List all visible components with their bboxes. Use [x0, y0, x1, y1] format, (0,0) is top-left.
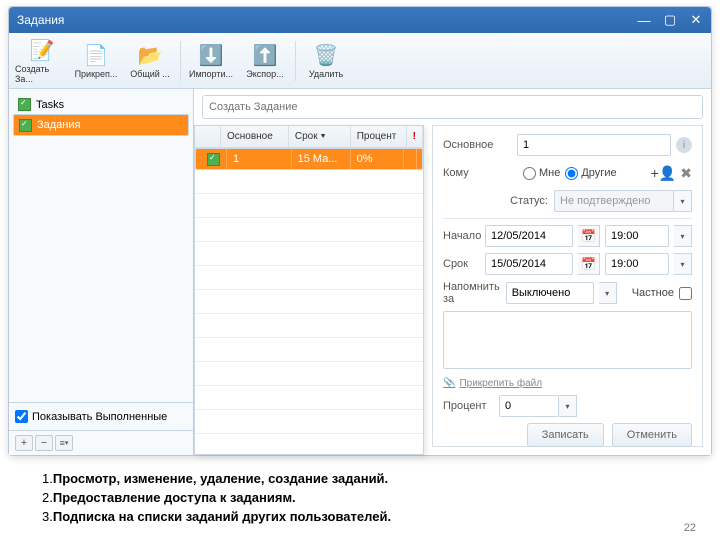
percent-dropdown[interactable]: ▾: [559, 395, 577, 417]
table-row[interactable]: [195, 266, 423, 290]
label-due: Срок: [443, 258, 485, 270]
titlebar[interactable]: Задания ― ▢ ✕: [9, 7, 711, 33]
calendar-icon[interactable]: 📅: [578, 253, 600, 275]
label-pct: Процент: [443, 400, 499, 412]
toolbar: 📝 Создать За... 📄 Прикреп... 📂 Общий ...…: [9, 33, 711, 89]
sidebar: Tasks Задания Показывать Выполненные + −…: [9, 89, 194, 455]
status-dropdown[interactable]: ▾: [674, 190, 692, 212]
window-title: Задания: [17, 13, 64, 27]
task-list-tree: Tasks Задания: [9, 89, 193, 402]
new-task-input[interactable]: [202, 95, 703, 119]
start-time-dropdown[interactable]: ▾: [674, 225, 692, 247]
remove-list-button[interactable]: −: [35, 435, 53, 451]
table-row[interactable]: [195, 314, 423, 338]
radio-me[interactable]: Мне: [523, 167, 560, 180]
toolbar-delete[interactable]: 🗑️ Удалить: [299, 36, 353, 86]
tasklist-icon: [19, 119, 32, 132]
export-icon: ⬆️: [252, 43, 278, 69]
calendar-icon[interactable]: 📅: [578, 225, 600, 247]
sidebar-item-zadaniya[interactable]: Задания: [13, 114, 189, 136]
share-icon: 📂: [137, 43, 163, 69]
percent-input[interactable]: [499, 395, 559, 417]
toolbar-shared[interactable]: 📂 Общий ...: [123, 36, 177, 86]
info-icon[interactable]: i: [676, 137, 692, 153]
label-to: Кому: [443, 167, 523, 179]
col-icon[interactable]: [195, 126, 221, 147]
table-row[interactable]: [195, 362, 423, 386]
table-row[interactable]: [195, 338, 423, 362]
attach-file-link[interactable]: 📎 Прикрепить файл: [443, 378, 692, 389]
sidebar-item-tasks[interactable]: Tasks: [13, 95, 189, 114]
remind-select[interactable]: [506, 282, 594, 304]
tasks-window: Задания ― ▢ ✕ 📝 Создать За... 📄 Прикреп.…: [8, 6, 712, 456]
add-list-button[interactable]: +: [15, 435, 33, 451]
app-body: Tasks Задания Показывать Выполненные + −…: [9, 89, 711, 455]
status-field: [554, 190, 674, 212]
table-row[interactable]: [195, 386, 423, 410]
toolbar-export[interactable]: ⬆️ Экспор...: [238, 36, 292, 86]
col-pct[interactable]: Процент: [351, 126, 407, 147]
due-time-input[interactable]: [605, 253, 669, 275]
due-date-input[interactable]: [485, 253, 573, 275]
label-private: Частное: [632, 287, 674, 299]
table-row[interactable]: [195, 290, 423, 314]
notes-textarea[interactable]: [443, 311, 692, 369]
detail-pane: Основное i Кому Мне Другие +👤 ✖: [432, 125, 703, 447]
table-row[interactable]: 1 15 Ма... 0%: [195, 148, 423, 170]
table-row[interactable]: [195, 410, 423, 434]
toolbar-create-task[interactable]: 📝 Создать За...: [15, 36, 69, 86]
sort-desc-icon: ▼: [320, 133, 327, 140]
maximize-button[interactable]: ▢: [659, 11, 681, 29]
table-row[interactable]: [195, 194, 423, 218]
private-checkbox[interactable]: [679, 287, 692, 300]
start-date-input[interactable]: [485, 225, 573, 247]
show-completed-row: Показывать Выполненные: [9, 402, 193, 430]
toolbar-import[interactable]: ⬇️ Импорти...: [184, 36, 238, 86]
label-status: Статус:: [510, 195, 548, 207]
new-task-bar: [194, 89, 711, 125]
task-icon: [207, 153, 220, 166]
toolbar-separator: [180, 41, 181, 81]
assignees-actions: +👤 ✖: [651, 165, 692, 182]
minimize-button[interactable]: ―: [633, 11, 655, 29]
col-main[interactable]: Основное: [221, 126, 289, 147]
table-header: Основное Срок ▼ Процент !: [195, 126, 423, 148]
col-due[interactable]: Срок ▼: [289, 126, 351, 147]
add-user-icon[interactable]: +👤: [651, 165, 677, 182]
toolbar-attach[interactable]: 📄 Прикреп...: [69, 36, 123, 86]
clear-user-icon[interactable]: ✖: [680, 165, 692, 182]
task-table: Основное Срок ▼ Процент ! 1 15 Ма... 0%: [194, 125, 424, 455]
table-row[interactable]: [195, 242, 423, 266]
save-button[interactable]: Записать: [527, 423, 604, 447]
radio-others[interactable]: Другие: [565, 167, 616, 180]
start-time-input[interactable]: [605, 225, 669, 247]
trash-icon: 🗑️: [313, 43, 339, 69]
sidebar-footer-buttons: + − ≡▾: [9, 430, 193, 455]
label-remind: Напомнить за: [443, 281, 506, 305]
tasklist-icon: [18, 98, 31, 111]
page-number: 22: [684, 522, 696, 534]
show-completed-checkbox[interactable]: [15, 410, 28, 423]
close-button[interactable]: ✕: [685, 11, 707, 29]
center-pane: Основное Срок ▼ Процент ! 1 15 Ма... 0%: [194, 89, 711, 455]
remind-dropdown[interactable]: ▾: [599, 282, 617, 304]
paperclip-icon: 📎: [443, 378, 455, 389]
table-row[interactable]: [195, 170, 423, 194]
label-start: Начало: [443, 230, 485, 242]
col-alert[interactable]: !: [407, 126, 423, 147]
note-check-icon: 📝: [29, 38, 55, 64]
caption-text: 1.Просмотр, изменение, удаление, создани…: [42, 470, 391, 527]
label-main: Основное: [443, 139, 517, 151]
main-input[interactable]: [517, 134, 671, 156]
show-completed-label: Показывать Выполненные: [32, 411, 167, 423]
attach-icon: 📄: [83, 43, 109, 69]
menu-button[interactable]: ≡▾: [55, 435, 73, 451]
due-time-dropdown[interactable]: ▾: [674, 253, 692, 275]
toolbar-separator: [295, 41, 296, 81]
import-icon: ⬇️: [198, 43, 224, 69]
cancel-button[interactable]: Отменить: [612, 423, 692, 447]
table-row[interactable]: [195, 218, 423, 242]
